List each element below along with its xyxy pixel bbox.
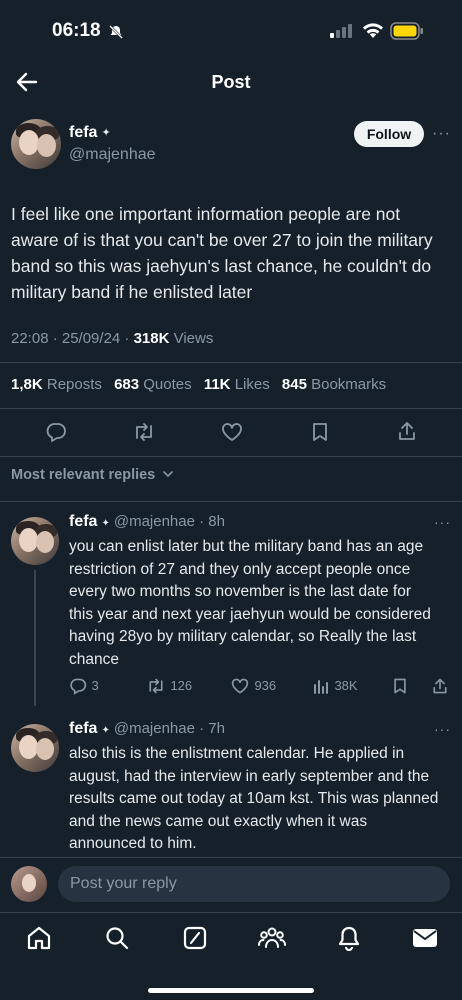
divider <box>0 501 462 502</box>
post-meta: 22:08 · 25/09/24 · 318K Views <box>11 330 213 347</box>
bottom-nav <box>0 912 462 1000</box>
post-timestamp: 22:08 · 25/09/24 · <box>11 330 134 347</box>
reply-more-icon[interactable]: ··· <box>434 721 451 737</box>
reply-action-like[interactable]: 936 <box>230 677 276 695</box>
reply-header: fefa ✦ @majenhae · 8h <box>69 513 225 530</box>
more-options-icon[interactable]: ··· <box>432 125 451 143</box>
reply-input[interactable]: Post your reply <box>58 866 450 902</box>
divider <box>0 456 462 457</box>
home-indicator <box>148 988 314 993</box>
reply-action-repost[interactable]: 126 <box>146 677 192 695</box>
grok-icon[interactable] <box>182 925 208 956</box>
cellular-signal-icon <box>330 24 352 43</box>
divider <box>0 362 462 363</box>
likes-stat[interactable]: 11K Likes <box>204 376 270 393</box>
author-name[interactable]: fefa ✦ <box>69 124 111 142</box>
bell-muted-icon <box>108 24 124 45</box>
status-time: 06:18 <box>52 20 101 41</box>
post-stats: 1,8K Reposts 683 Quotes 11K Likes 845 Bo… <box>11 376 394 393</box>
search-icon[interactable] <box>104 925 130 956</box>
reposts-stat[interactable]: 1,8K Reposts <box>11 376 102 393</box>
like-heart-icon <box>231 678 249 694</box>
post-text: I feel like one important information pe… <box>11 204 433 302</box>
author-handle[interactable]: @majenhae <box>69 146 156 164</box>
home-icon[interactable] <box>26 925 52 956</box>
bookmarks-stat[interactable]: 845 Bookmarks <box>282 376 386 393</box>
repost-icon[interactable] <box>132 421 156 448</box>
chevron-down-icon <box>163 471 174 478</box>
follow-button[interactable]: Follow <box>354 121 424 147</box>
messages-envelope-icon[interactable] <box>412 927 438 954</box>
notifications-bell-icon[interactable] <box>337 925 361 956</box>
reply-action-reply[interactable]: 3 <box>69 677 99 695</box>
my-avatar[interactable] <box>11 866 47 902</box>
repost-icon <box>149 678 163 694</box>
wifi-icon <box>362 22 384 44</box>
views-chart-icon <box>314 680 328 694</box>
divider <box>0 408 462 409</box>
replies-sort-dropdown[interactable]: Most relevant replies <box>11 467 174 483</box>
battery-icon <box>390 22 424 45</box>
reply-more-icon[interactable]: ··· <box>434 514 451 530</box>
reply-avatar[interactable] <box>11 724 59 772</box>
bookmark-icon[interactable] <box>391 677 409 700</box>
share-icon[interactable] <box>431 677 449 700</box>
reply-header: fefa ✦ @majenhae · 7h <box>69 720 225 737</box>
reply-action-views[interactable]: 38K <box>312 677 358 695</box>
like-heart-icon[interactable] <box>220 421 244 448</box>
share-icon[interactable] <box>396 420 418 447</box>
reply-text: you can enlist later but the military ba… <box>69 538 431 668</box>
reply-text: also this is the enlistment calendar. He… <box>69 745 439 852</box>
views-count: 318K <box>133 330 170 347</box>
thread-line <box>34 570 36 706</box>
page-title: Post <box>211 72 251 92</box>
reply-icon[interactable] <box>45 421 67 448</box>
author-avatar[interactable] <box>11 119 61 169</box>
views-label: Views <box>169 330 214 347</box>
sparkle-icon: ✦ <box>101 127 111 140</box>
reply-avatar[interactable] <box>11 517 59 565</box>
bookmark-icon[interactable] <box>309 421 331 448</box>
reply-icon <box>70 678 87 695</box>
communities-icon[interactable] <box>258 925 286 956</box>
quotes-stat[interactable]: 683 Quotes <box>114 376 192 393</box>
